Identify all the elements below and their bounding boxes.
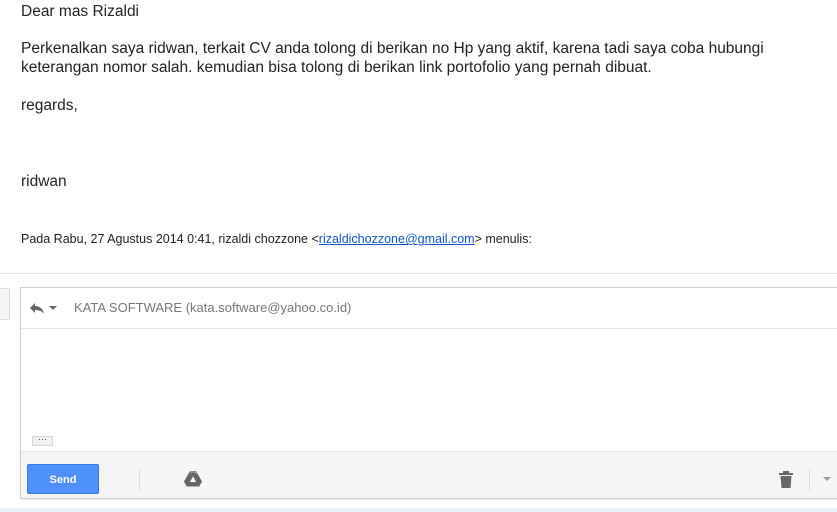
chevron-down-icon [49, 306, 57, 310]
quoted-sender-email-link[interactable]: rizaldichozzone@gmail.com [319, 232, 475, 246]
gmail-thread-view: Dear mas Rizaldi Perkenalkan saya ridwan… [0, 0, 837, 512]
message-signature: ridwan [21, 173, 67, 190]
bottom-bar [0, 508, 837, 512]
recipient-field[interactable]: KATA SOFTWARE (kata.software@yahoo.co.id… [74, 300, 351, 315]
message-greeting: Dear mas Rizaldi [21, 3, 140, 20]
toolbar-divider [139, 468, 140, 490]
more-options-chevron-icon[interactable] [823, 477, 831, 481]
quoted-header-prefix: Pada Rabu, 27 Agustus 2014 0:41, rizaldi… [21, 232, 319, 246]
composer-header: KATA SOFTWARE (kata.software@yahoo.co.id… [21, 288, 837, 329]
quoted-header-suffix: > menulis: [474, 232, 532, 246]
reply-composer: KATA SOFTWARE (kata.software@yahoo.co.id… [20, 287, 837, 499]
quoted-header: Pada Rabu, 27 Agustus 2014 0:41, rizaldi… [21, 232, 532, 246]
toolbar-divider-right [809, 468, 810, 490]
show-trimmed-content-button[interactable]: ··· [32, 435, 53, 446]
composer-toolbar: Send [21, 451, 837, 498]
trash-icon[interactable] [779, 471, 793, 488]
compose-body-editor[interactable] [21, 329, 837, 449]
reply-type-dropdown[interactable] [29, 298, 59, 318]
google-drive-icon[interactable] [184, 471, 202, 487]
message-paragraph: Perkenalkan saya ridwan, terkait CV anda… [21, 40, 764, 76]
thread-divider [0, 273, 837, 274]
reply-arrow-icon [30, 303, 44, 314]
sender-avatar-stub [0, 288, 10, 320]
send-button[interactable]: Send [27, 464, 99, 494]
message-closing: regards, [21, 97, 78, 114]
